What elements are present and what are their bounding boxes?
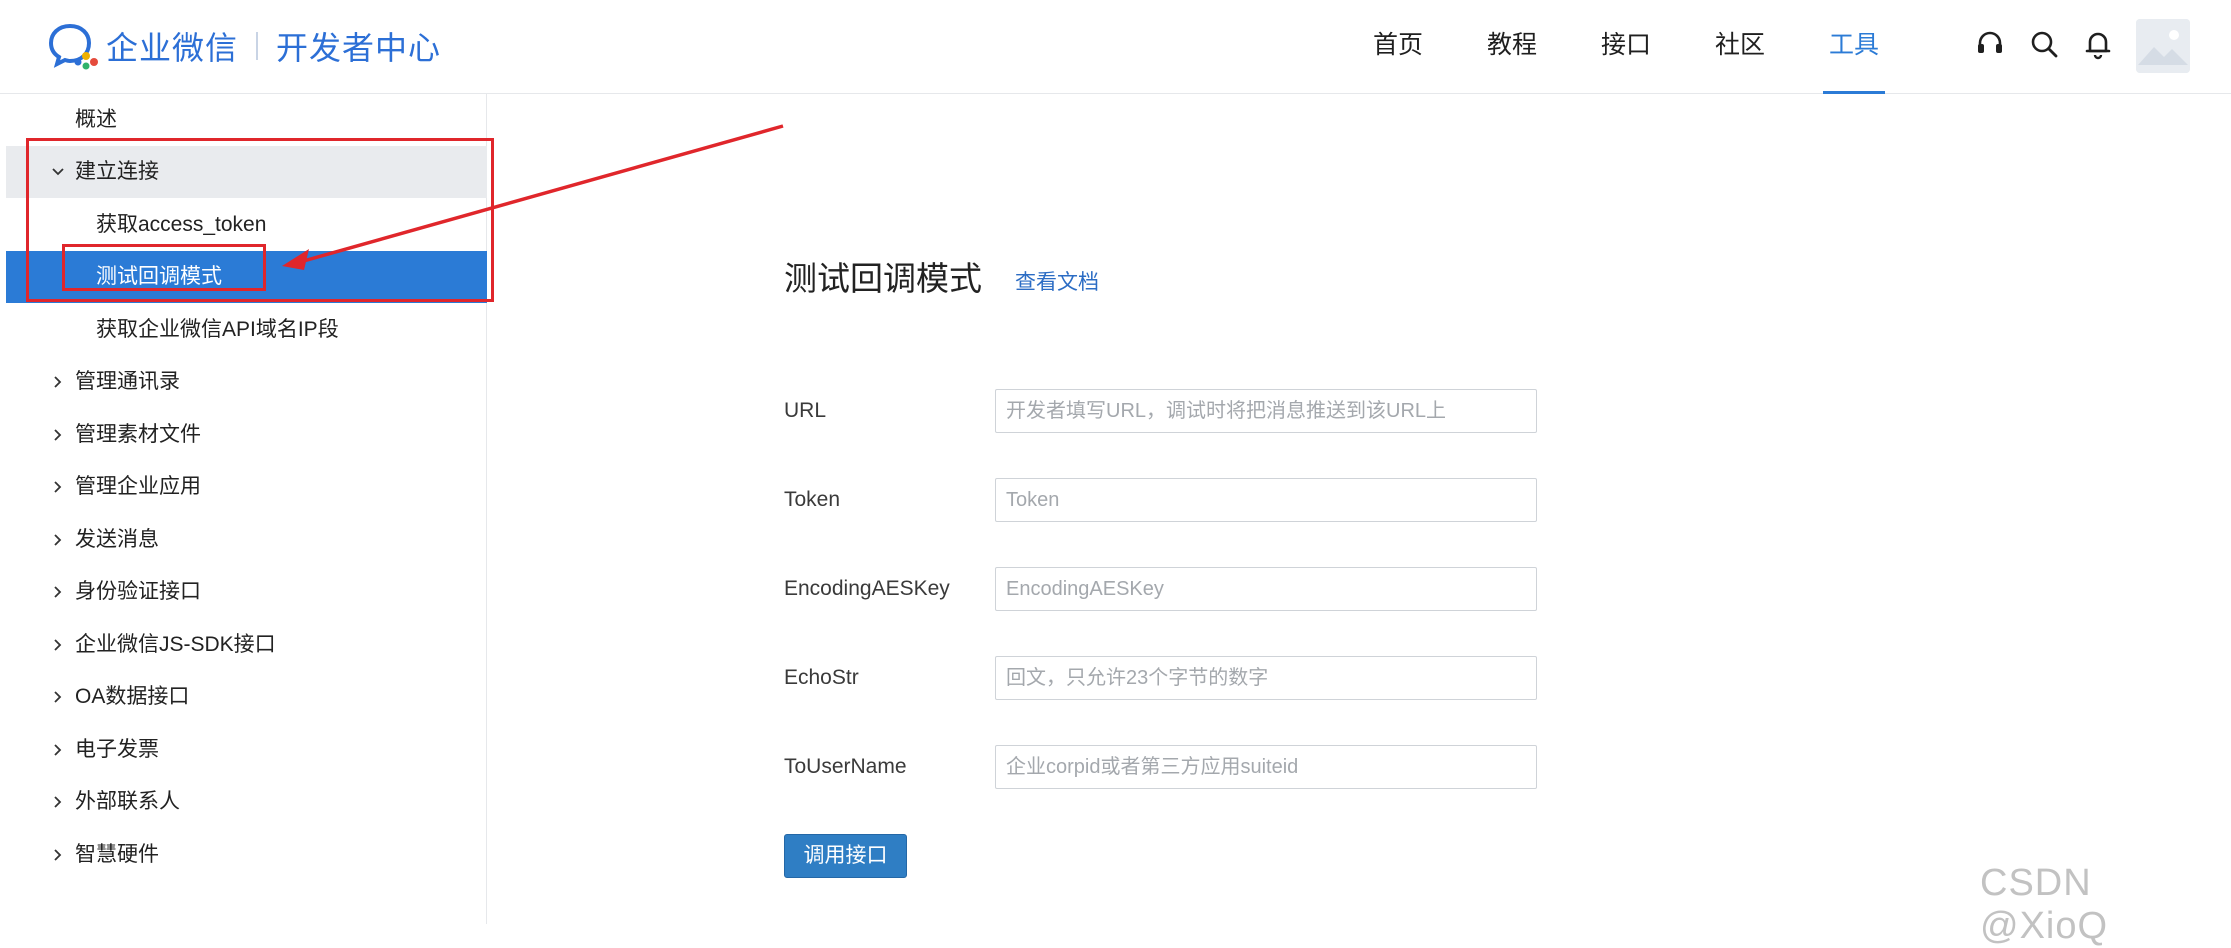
chevron-down-icon	[52, 168, 64, 176]
url-label: URL	[784, 399, 827, 422]
sidebar-item-contacts[interactable]: 管理通讯录	[6, 356, 487, 408]
brand[interactable]: 企业微信 开发者中心	[48, 22, 441, 70]
echostr-label: EchoStr	[784, 666, 859, 689]
sidebar-item-label: 概述	[75, 108, 117, 131]
sidebar-item-send-message[interactable]: 发送消息	[6, 514, 487, 566]
sidebar-item-api-ip[interactable]: 获取企业微信API域名IP段	[6, 304, 487, 356]
sidebar-item-label: 智慧硬件	[75, 843, 159, 866]
brand-name: 企业微信	[106, 30, 239, 66]
sidebar-item-label: 发送消息	[75, 528, 159, 551]
brand-separator	[256, 32, 259, 60]
nav-api[interactable]: 接口	[1598, 0, 1654, 94]
encoding-aes-key-input[interactable]	[995, 567, 1537, 611]
chevron-right-icon	[54, 691, 62, 703]
chevron-right-icon	[54, 849, 62, 861]
sidebar-item-label: 电子发票	[75, 738, 159, 761]
chevron-right-icon	[54, 744, 62, 756]
url-input[interactable]	[995, 389, 1537, 433]
brand-subtitle: 开发者中心	[276, 30, 442, 66]
sidebar-item-hardware[interactable]: 智慧硬件	[6, 829, 487, 881]
sidebar-item-connect[interactable]: 建立连接	[6, 146, 487, 198]
sidebar-item-label: 获取access_token	[96, 213, 267, 236]
sidebar-item-label: 管理通讯录	[75, 370, 180, 393]
call-api-button[interactable]: 调用接口	[784, 834, 907, 878]
nav-tutorial[interactable]: 教程	[1484, 0, 1540, 94]
sidebar-item-label: 获取企业微信API域名IP段	[96, 318, 339, 341]
sidebar-item-external-contacts[interactable]: 外部联系人	[6, 776, 487, 828]
nav-home[interactable]: 首页	[1370, 0, 1426, 94]
echostr-input[interactable]	[995, 656, 1537, 700]
sidebar-item-overview[interactable]: 概述	[6, 94, 487, 146]
view-docs-link[interactable]: 查看文档	[1015, 266, 1099, 296]
chevron-right-icon	[54, 481, 62, 493]
sidebar-item-label: 管理素材文件	[75, 423, 201, 446]
avatar[interactable]	[2136, 19, 2190, 73]
sidebar-item-label: OA数据接口	[75, 685, 190, 708]
chevron-right-icon	[54, 376, 62, 388]
chevron-right-icon	[54, 586, 62, 598]
sidebar-item-label: 身份验证接口	[75, 580, 201, 603]
headset-icon[interactable]	[1974, 28, 2006, 60]
search-icon[interactable]	[2028, 28, 2060, 60]
bell-icon[interactable]	[2082, 28, 2114, 60]
top-header: 企业微信 开发者中心 首页 教程 接口 社区 工具	[0, 0, 2231, 94]
chevron-right-icon	[54, 796, 62, 808]
sidebar-item-auth[interactable]: 身份验证接口	[6, 566, 487, 618]
sidebar-item-label: 建立连接	[75, 160, 159, 183]
nav-tools[interactable]: 工具	[1823, 0, 1885, 94]
watermark: CSDN @XioQ	[1980, 862, 2109, 947]
encoding-aes-key-label: EncodingAESKey	[784, 577, 950, 600]
token-label: Token	[784, 488, 841, 511]
sidebar-item-label: 管理企业应用	[75, 475, 201, 498]
chevron-right-icon	[54, 429, 62, 441]
chevron-right-icon	[54, 639, 62, 651]
sidebar-item-jssdk[interactable]: 企业微信JS-SDK接口	[6, 619, 487, 671]
avatar-image-icon	[2136, 19, 2190, 73]
sidebar-item-label: 测试回调模式	[96, 265, 222, 288]
nav-community[interactable]: 社区	[1712, 0, 1768, 94]
sidebar-item-media[interactable]: 管理素材文件	[6, 409, 487, 461]
sidebar-item-test-callback[interactable]: 测试回调模式	[6, 251, 487, 303]
sidebar-item-label: 外部联系人	[75, 790, 180, 813]
sidebar-item-label: 企业微信JS-SDK接口	[75, 633, 276, 656]
wecom-logo-icon	[48, 23, 98, 70]
to-user-name-label: ToUserName	[784, 755, 907, 778]
sidebar-item-oa[interactable]: OA数据接口	[6, 671, 487, 723]
sidebar-item-apps[interactable]: 管理企业应用	[6, 461, 487, 513]
sidebar-item-invoice[interactable]: 电子发票	[6, 724, 487, 776]
sidebar-item-access-token[interactable]: 获取access_token	[6, 199, 487, 251]
to-user-name-input[interactable]	[995, 745, 1537, 789]
token-input[interactable]	[995, 478, 1537, 522]
chevron-right-icon	[54, 534, 62, 546]
page-title: 测试回调模式	[784, 260, 982, 297]
